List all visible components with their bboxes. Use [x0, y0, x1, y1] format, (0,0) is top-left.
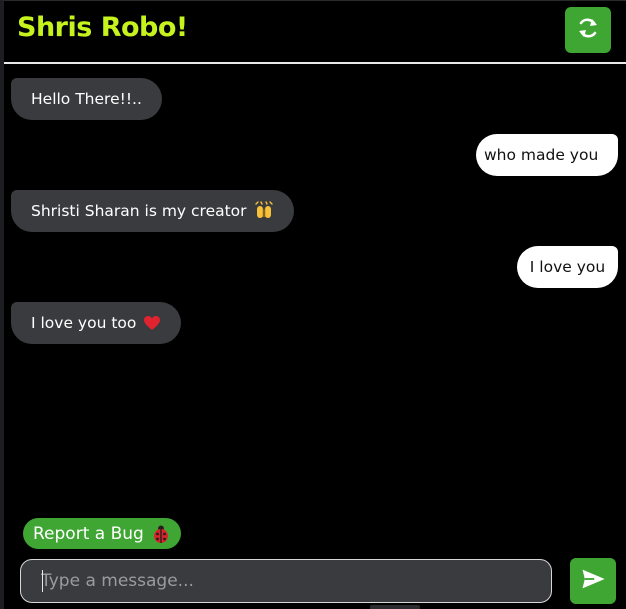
chat-header: Shris Robo! [4, 1, 626, 64]
red-heart-icon [143, 315, 161, 331]
report-bug-label: Report a Bug [33, 523, 144, 544]
bot-message: Hello There!!.. [11, 78, 162, 120]
refresh-button[interactable] [565, 7, 611, 53]
send-icon [579, 565, 607, 597]
user-message: who made you [476, 134, 618, 176]
message-input[interactable] [21, 560, 551, 602]
message-text: Hello There!!.. [31, 90, 142, 108]
send-button[interactable] [570, 558, 616, 604]
user-message: I love you [517, 246, 618, 288]
text-caret [42, 570, 43, 592]
bot-message: Shristi Sharan is my creator [11, 190, 294, 232]
report-bug-button[interactable]: Report a Bug [23, 518, 181, 549]
raised-hands-icon [254, 201, 274, 221]
message-text: I love you [529, 258, 606, 276]
app-title: Shris Robo! [17, 12, 188, 43]
message-text: I love you too [31, 314, 137, 332]
ladybug-icon [151, 524, 171, 544]
message-text: who made you [484, 146, 599, 164]
bottom-edge-tab [370, 605, 420, 609]
message-input-box[interactable] [20, 559, 552, 603]
bot-message: I love you too [11, 302, 182, 344]
refresh-icon [575, 15, 601, 45]
message-text: Shristi Sharan is my creator [31, 202, 247, 220]
